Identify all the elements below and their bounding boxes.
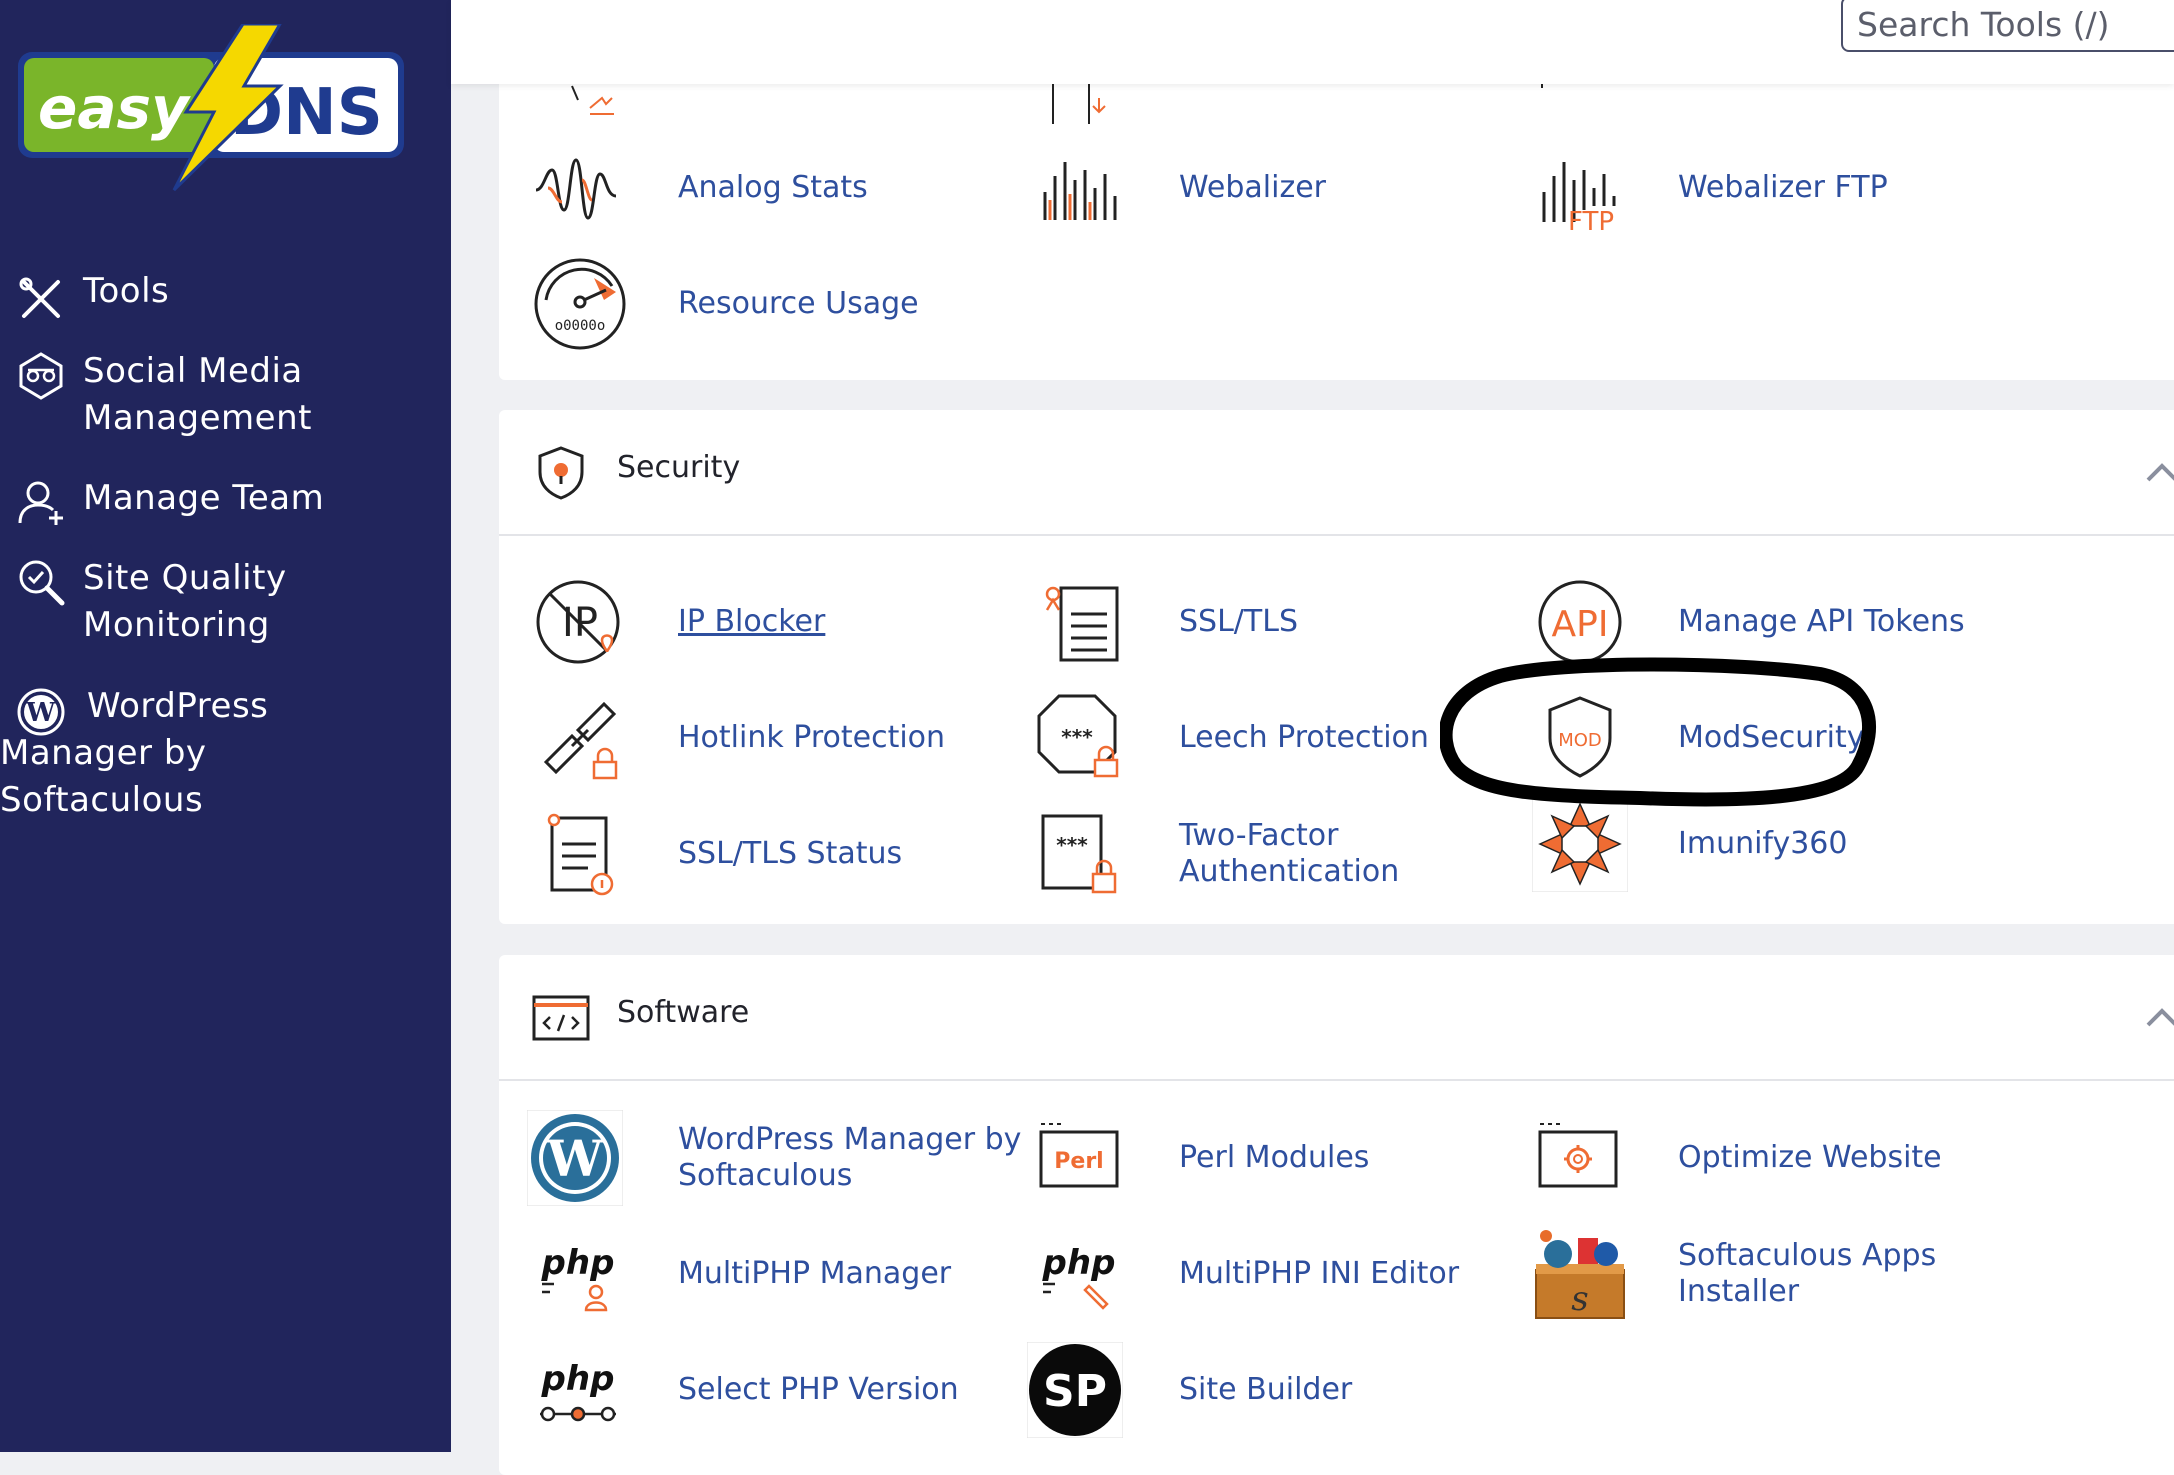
- tool-wordpress-manager[interactable]: W WordPress Manager by Softaculous: [527, 1110, 1027, 1206]
- svg-text:php: php: [541, 1359, 615, 1399]
- tool-label: Resource Usage: [678, 286, 919, 321]
- clipped-icon: [1052, 84, 1106, 124]
- easydns-logo[interactable]: easy DNS: [18, 24, 408, 194]
- imunify-icon: [1532, 796, 1628, 892]
- tool-label: Webalizer: [1179, 170, 1326, 205]
- site-quality-icon: [19, 560, 65, 606]
- section-title: Security: [617, 450, 741, 485]
- software-header[interactable]: Software: [499, 955, 2174, 1081]
- svg-text:FTP: FTP: [1568, 207, 1614, 236]
- svg-text:o0000o: o0000o: [555, 318, 606, 334]
- software-panel: Software W WordPress Manager by Softacul…: [499, 955, 2174, 1475]
- tool-label: Analog Stats: [678, 170, 868, 205]
- tool-ip-blocker[interactable]: IP IP Blocker: [532, 574, 1032, 670]
- site-builder-icon: SP: [1027, 1342, 1123, 1438]
- tool-label: Optimize Website: [1678, 1140, 1942, 1175]
- code-window-icon: [532, 995, 590, 1041]
- tool-label: Hotlink Protection: [678, 720, 946, 755]
- tool-label: Two-Factor Authentication: [1179, 818, 1400, 889]
- svg-text:Perl: Perl: [1054, 1149, 1103, 1174]
- manage-team-icon: [18, 481, 63, 525]
- svg-text:php: php: [1042, 1243, 1116, 1283]
- tools-icon: [19, 277, 60, 318]
- chevron-up-icon[interactable]: [2142, 454, 2174, 490]
- two-factor-icon: ***: [1041, 814, 1117, 894]
- social-media-icon: [19, 352, 63, 400]
- tool-label: SSL/TLS Status: [678, 836, 903, 871]
- tool-perl-modules[interactable]: Perl Perl Modules: [1033, 1110, 1533, 1206]
- tool-label: Webalizer FTP: [1678, 170, 1888, 205]
- section-title: Software: [617, 995, 750, 1030]
- sidebar-item-label: Social Media Management: [83, 351, 312, 438]
- svg-text:API: API: [1552, 604, 1609, 645]
- tool-label: IP Blocker: [678, 604, 826, 639]
- shield-icon: [538, 446, 584, 500]
- tool-label: WordPress Manager by Softaculous: [678, 1122, 1022, 1193]
- svg-text:s: s: [1571, 1279, 1588, 1319]
- top-header: [451, 0, 2174, 84]
- tool-label: Softaculous Apps Installer: [1678, 1238, 1937, 1309]
- clipped-icon: [571, 85, 614, 115]
- search-input[interactable]: [1841, 0, 2174, 52]
- php-manager-icon: php: [541, 1243, 615, 1312]
- tool-multiphp-ini-editor[interactable]: php MultiPHP INI Editor: [1033, 1226, 1533, 1322]
- chevron-up-icon[interactable]: [2142, 999, 2174, 1035]
- sidebar-item-label: Site Quality Monitoring: [83, 558, 287, 645]
- sidebar-item-label: Manage Team: [83, 478, 325, 518]
- sidebar: easy DNS Tools Social Media Management M…: [0, 0, 451, 1452]
- tool-label: Site Builder: [1179, 1372, 1353, 1407]
- optimize-icon: [1538, 1123, 1618, 1188]
- svg-text:php: php: [541, 1243, 615, 1283]
- tool-optimize-website[interactable]: Optimize Website: [1532, 1110, 2032, 1206]
- php-ini-icon: php: [1042, 1243, 1116, 1310]
- tool-ssl-tls-status[interactable]: SSL/TLS Status: [532, 806, 1032, 902]
- security-header[interactable]: Security: [499, 410, 2174, 536]
- svg-text:easy: easy: [38, 74, 191, 142]
- sidebar-item-label: WordPress Manager by Softaculous: [0, 686, 269, 820]
- ssl-status-icon: [547, 813, 614, 896]
- tool-site-builder[interactable]: SP Site Builder: [1027, 1342, 1527, 1438]
- webalizer-ftp-icon: FTP: [1542, 162, 1616, 236]
- ssl-tls-icon: [1045, 586, 1119, 662]
- leech-icon: ***: [1037, 694, 1119, 778]
- sidebar-item-label: Tools: [83, 271, 170, 311]
- tool-resource-usage[interactable]: o0000o Resource Usage: [532, 256, 1032, 352]
- tool-label: Select PHP Version: [678, 1372, 959, 1407]
- svg-text:W: W: [546, 1129, 604, 1188]
- tool-label: Imunify360: [1678, 826, 1848, 861]
- ip-blocker-icon: IP: [536, 580, 620, 664]
- perl-icon: Perl: [1039, 1123, 1119, 1188]
- svg-text:SP: SP: [1043, 1366, 1107, 1417]
- php-version-icon: php: [540, 1359, 616, 1422]
- tool-select-php-version[interactable]: php Select PHP Version: [532, 1342, 1032, 1438]
- tool-analog-stats[interactable]: Analog Stats: [532, 140, 1032, 236]
- metrics-panel: Analog Stats Webalizer FTP Webalizer FTP: [499, 40, 2174, 380]
- tool-webalizer-ftp[interactable]: FTP Webalizer FTP: [1532, 140, 2032, 236]
- tool-webalizer[interactable]: Webalizer: [1033, 140, 1533, 236]
- resource-usage-icon: o0000o: [534, 258, 626, 350]
- security-panel: Security IP IP Blocker SSL/TLS API Manag…: [499, 410, 2174, 924]
- softaculous-icon: s: [1535, 1230, 1625, 1319]
- svg-text:***: ***: [1061, 725, 1093, 749]
- wordpress-icon: W: [527, 1110, 623, 1206]
- webalizer-icon: [1043, 162, 1117, 220]
- clipped-icon: [1541, 84, 1543, 88]
- tool-imunify360[interactable]: Imunify360: [1532, 796, 2032, 892]
- hotlink-icon: [543, 701, 618, 780]
- tool-label: MultiPHP INI Editor: [1179, 1256, 1460, 1291]
- analog-stats-icon: [535, 158, 617, 220]
- tool-hotlink-protection[interactable]: Hotlink Protection: [532, 690, 1032, 786]
- tool-softaculous[interactable]: s Softaculous Apps Installer: [1532, 1226, 2032, 1322]
- tool-label: Perl Modules: [1179, 1140, 1370, 1175]
- svg-text:***: ***: [1056, 833, 1088, 857]
- tool-multiphp-manager[interactable]: php MultiPHP Manager: [532, 1226, 1032, 1322]
- tool-two-factor[interactable]: *** Two-Factor Authentication: [1033, 806, 1533, 902]
- tool-label: MultiPHP Manager: [678, 1256, 952, 1291]
- svg-text:IP: IP: [562, 600, 598, 646]
- annotation-circle: [1440, 657, 1877, 807]
